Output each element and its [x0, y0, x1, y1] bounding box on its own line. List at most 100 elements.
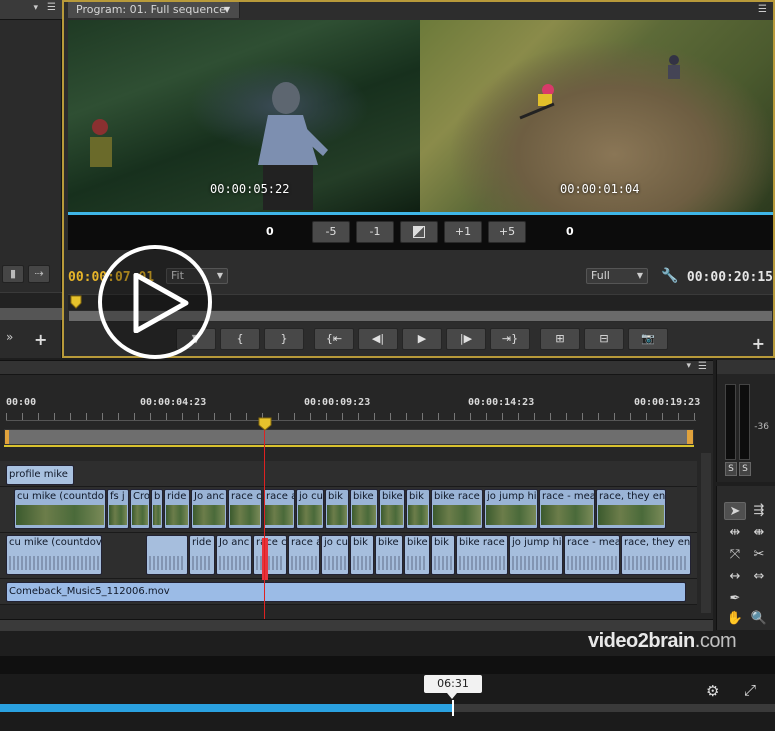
- video-clip[interactable]: Jo anc: [191, 489, 227, 529]
- lift-button[interactable]: ⊞: [540, 328, 580, 350]
- video-clip[interactable]: race - mea: [539, 489, 595, 529]
- source-shuttle-icon[interactable]: ⇢: [28, 265, 50, 283]
- video-clip[interactable]: race a: [263, 489, 295, 529]
- solo-left-button[interactable]: S: [725, 462, 737, 476]
- clip-label: b: [154, 491, 161, 502]
- music-clip[interactable]: Comeback_Music5_112006.mov: [6, 582, 686, 602]
- panel-menu-icon[interactable]: ☰: [698, 361, 707, 372]
- mark-in-button[interactable]: {: [220, 328, 260, 350]
- hand-tool-icon[interactable]: ✋: [724, 610, 746, 628]
- progress-track[interactable]: [0, 704, 775, 712]
- audio-clip[interactable]: bike: [404, 535, 430, 575]
- step-forward-button[interactable]: |▶: [446, 328, 486, 350]
- chevron-down-icon[interactable]: ▾: [33, 3, 38, 13]
- play-button[interactable]: ▶: [402, 328, 442, 350]
- video-clip[interactable]: jo cu: [296, 489, 324, 529]
- video-clip[interactable]: ride: [164, 489, 190, 529]
- wrench-icon[interactable]: 🔧: [661, 268, 678, 284]
- trim-minus-1-button[interactable]: -1: [356, 221, 394, 243]
- video-clip[interactable]: bike: [379, 489, 405, 529]
- step-back-button[interactable]: ◀|: [358, 328, 398, 350]
- video-clip[interactable]: fs j: [107, 489, 129, 529]
- zoom-tool-icon[interactable]: 🔍: [748, 610, 770, 628]
- timeline-vertical-scrollbar[interactable]: [701, 453, 711, 613]
- playhead-icon[interactable]: [258, 417, 272, 431]
- work-area-bar[interactable]: [4, 429, 694, 445]
- audio-clip[interactable]: race c: [253, 535, 287, 575]
- timeline-ruler[interactable]: 00:00 00:00:04:23 00:00:09:23 00:00:14:2…: [6, 397, 700, 427]
- apply-transition-button[interactable]: [400, 221, 438, 243]
- meter-bar-right: [739, 384, 750, 460]
- panel-menu-icon[interactable]: ☰: [758, 4, 767, 15]
- clip-waveform: [256, 556, 284, 570]
- ruler-timecode: 00:00:14:23: [468, 397, 535, 408]
- track-select-tool-icon[interactable]: ⇶: [748, 502, 770, 520]
- extract-button[interactable]: ⊟: [584, 328, 624, 350]
- mark-out-button[interactable]: }: [264, 328, 304, 350]
- ruler-timecode: 00:00:19:23: [634, 397, 701, 408]
- video-clip[interactable]: race c: [228, 489, 262, 529]
- video-clip[interactable]: bike: [350, 489, 378, 529]
- audio-clip[interactable]: bike: [375, 535, 403, 575]
- chevron-down-icon[interactable]: ▾: [686, 361, 691, 371]
- video-clip[interactable]: Cros: [130, 489, 150, 529]
- audio-clip[interactable]: bike race: [456, 535, 508, 575]
- gear-icon[interactable]: ⚙: [706, 682, 719, 700]
- audio-clip[interactable]: bik: [350, 535, 374, 575]
- progress-fill: [0, 704, 454, 712]
- audio-clip[interactable]: jo cu: [321, 535, 349, 575]
- rolling-edit-tool-icon[interactable]: ⇼: [748, 524, 770, 542]
- audio-clip[interactable]: ride: [189, 535, 215, 575]
- export-frame-button[interactable]: 📷: [628, 328, 668, 350]
- video-play-overlay[interactable]: [98, 245, 212, 359]
- video-clip[interactable]: b: [151, 489, 163, 529]
- source-scroll[interactable]: [0, 308, 62, 320]
- audio-clip[interactable]: cu mike (countdov: [6, 535, 102, 575]
- audio-clip[interactable]: bik: [431, 535, 455, 575]
- title-clip[interactable]: profile mike: [6, 465, 74, 485]
- panel-menu-icon[interactable]: ☰: [47, 2, 56, 13]
- source-add-button[interactable]: +: [34, 330, 47, 349]
- program-add-button[interactable]: +: [752, 334, 765, 353]
- chevron-down-icon[interactable]: ▼: [224, 5, 234, 15]
- audio-clip[interactable]: [146, 535, 188, 575]
- slip-tool-icon[interactable]: ↔: [724, 568, 746, 586]
- razor-tool-icon[interactable]: ✂: [748, 546, 770, 564]
- scrub-knob[interactable]: [452, 700, 454, 716]
- trim-plus-1-button[interactable]: +1: [444, 221, 482, 243]
- video-clip[interactable]: bik: [406, 489, 430, 529]
- source-marker-icon[interactable]: ▮: [2, 265, 24, 283]
- clip-label: cu mike (countdov: [9, 537, 102, 548]
- extract-icon: ⊟: [599, 332, 609, 345]
- playhead-icon[interactable]: [70, 295, 82, 309]
- audio-clip[interactable]: jo jump hi: [509, 535, 563, 575]
- pen-tool-icon[interactable]: ✒: [724, 590, 746, 608]
- video-clip[interactable]: bik: [325, 489, 349, 529]
- program-video-frame[interactable]: 00:00:05:22 00:00:01:04: [68, 20, 773, 212]
- source-ruler[interactable]: [0, 292, 62, 308]
- solo-right-button[interactable]: S: [739, 462, 751, 476]
- video-clip[interactable]: race, they enc: [596, 489, 666, 529]
- source-more-icon[interactable]: »: [6, 330, 13, 344]
- source-tab[interactable]: ▾ ☰: [0, 0, 62, 20]
- video-clip[interactable]: jo jump hi: [484, 489, 538, 529]
- audio-clip[interactable]: race - mea: [564, 535, 620, 575]
- go-to-out-button[interactable]: ⇥}: [490, 328, 530, 350]
- trim-minus-5-button[interactable]: -5: [312, 221, 350, 243]
- ruler-ticks: [6, 413, 696, 421]
- clip-waveform: [353, 556, 371, 570]
- video-clip[interactable]: cu mike (countdo: [14, 489, 106, 529]
- program-tab[interactable]: Program: 01. Full sequence: [68, 2, 240, 18]
- slide-tool-icon[interactable]: ⇔: [748, 568, 770, 586]
- audio-clip[interactable]: race, they enc: [621, 535, 691, 575]
- video-clip[interactable]: bike race: [431, 489, 483, 529]
- audio-clip[interactable]: Jo anc: [216, 535, 252, 575]
- rate-stretch-tool-icon[interactable]: ⤧: [724, 546, 746, 564]
- go-to-in-button[interactable]: {⇤: [314, 328, 354, 350]
- audio-clip[interactable]: race a: [288, 535, 320, 575]
- ripple-edit-tool-icon[interactable]: ⇹: [724, 524, 746, 542]
- trim-plus-5-button[interactable]: +5: [488, 221, 526, 243]
- fullscreen-icon[interactable]: ⤢: [744, 681, 756, 699]
- quality-select[interactable]: Full ▼: [586, 268, 648, 284]
- selection-tool-icon[interactable]: ➤: [724, 502, 746, 520]
